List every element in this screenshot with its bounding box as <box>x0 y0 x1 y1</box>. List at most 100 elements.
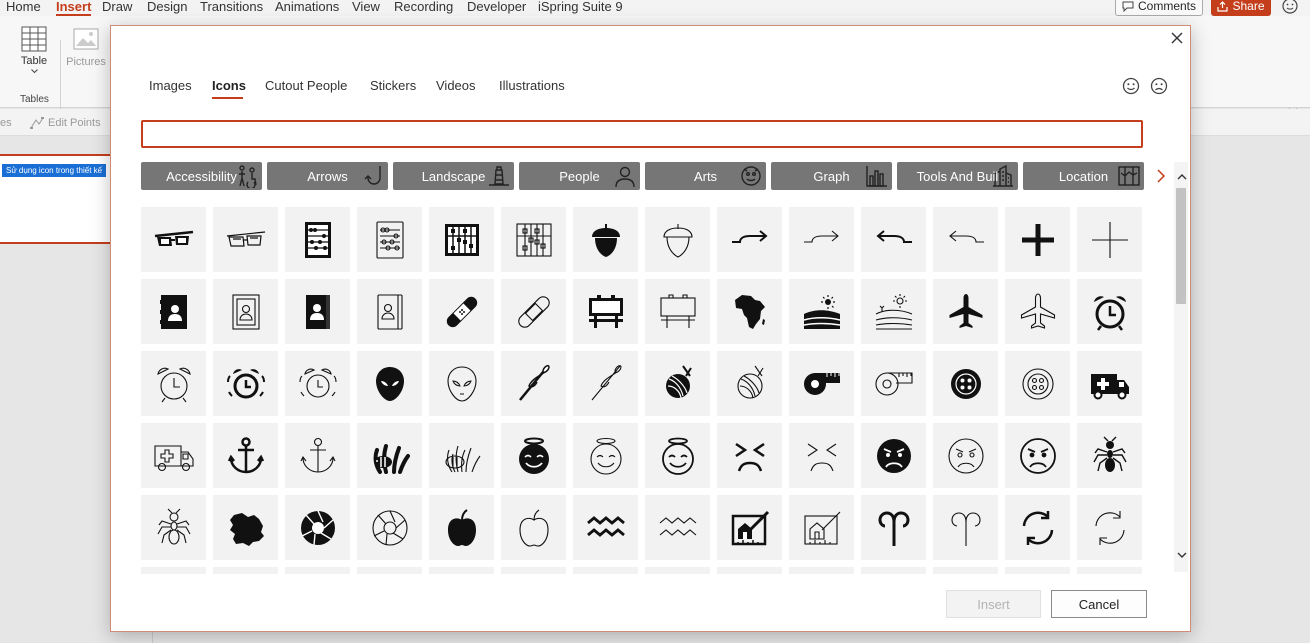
tab-icons[interactable]: Icons <box>212 78 246 93</box>
chip-landscape[interactable]: Landscape <box>393 162 514 190</box>
icon-tile[interactable] <box>861 567 926 574</box>
icon-tile[interactable] <box>861 423 926 488</box>
icon-tile[interactable] <box>933 423 998 488</box>
icon-tile[interactable] <box>1005 279 1070 344</box>
frown-feedback-icon[interactable] <box>1150 77 1168 95</box>
icon-tile[interactable] <box>717 351 782 416</box>
chip-arrows[interactable]: Arrows <box>267 162 388 190</box>
icon-tile[interactable] <box>573 279 638 344</box>
icon-tile[interactable] <box>861 207 926 272</box>
scroll-down-icon[interactable] <box>1177 550 1187 560</box>
icon-tile[interactable] <box>717 423 782 488</box>
ribbon-tab-draw[interactable]: Draw <box>102 0 132 14</box>
icon-tile[interactable] <box>429 567 494 574</box>
icon-tile[interactable] <box>645 207 710 272</box>
icon-tile[interactable] <box>141 351 206 416</box>
icon-tile[interactable] <box>573 351 638 416</box>
table-button[interactable]: Table <box>14 26 54 74</box>
icon-tile[interactable] <box>933 351 998 416</box>
icon-tile[interactable] <box>429 279 494 344</box>
comments-button[interactable]: Comments <box>1115 0 1203 16</box>
icon-tile[interactable] <box>501 351 566 416</box>
icon-tile[interactable] <box>429 351 494 416</box>
icon-tile[interactable] <box>789 207 854 272</box>
icon-tile[interactable] <box>861 351 926 416</box>
ribbon-tab-animations[interactable]: Animations <box>275 0 339 14</box>
icon-tile[interactable] <box>933 279 998 344</box>
icon-tile[interactable] <box>717 495 782 560</box>
icon-tile[interactable] <box>357 423 422 488</box>
icon-tile[interactable] <box>429 495 494 560</box>
ribbon-tab-insert[interactable]: Insert <box>56 0 92 16</box>
icon-tile[interactable] <box>285 207 350 272</box>
close-icon[interactable] <box>1170 31 1184 45</box>
icon-tile[interactable] <box>357 567 422 574</box>
icon-tile[interactable] <box>717 279 782 344</box>
ribbon-tab-view[interactable]: View <box>352 0 380 14</box>
icon-tile[interactable] <box>501 279 566 344</box>
share-button[interactable]: Share <box>1211 0 1271 16</box>
icon-tile[interactable] <box>573 567 638 574</box>
icon-tile[interactable] <box>213 351 278 416</box>
icon-tile[interactable] <box>285 279 350 344</box>
icon-tile[interactable] <box>141 279 206 344</box>
icon-tile[interactable] <box>501 423 566 488</box>
icon-tile[interactable] <box>213 423 278 488</box>
icon-tile[interactable] <box>285 567 350 574</box>
cancel-button[interactable]: Cancel <box>1051 590 1147 618</box>
chip-location[interactable]: Location <box>1023 162 1144 190</box>
icon-tile[interactable] <box>1005 207 1070 272</box>
icon-tile[interactable] <box>1077 351 1142 416</box>
icon-tile[interactable] <box>141 207 206 272</box>
icon-tile[interactable] <box>213 279 278 344</box>
ribbon-tab-recording[interactable]: Recording <box>394 0 453 14</box>
icon-tile[interactable] <box>789 567 854 574</box>
chip-graph[interactable]: Graph <box>771 162 892 190</box>
icon-tile[interactable] <box>789 495 854 560</box>
feedback-smiley-icon[interactable] <box>1282 0 1298 14</box>
icon-tile[interactable] <box>645 567 710 574</box>
icon-tile[interactable] <box>1005 495 1070 560</box>
chip-arts[interactable]: Arts <box>645 162 766 190</box>
icon-tile[interactable] <box>141 567 206 574</box>
tab-videos[interactable]: Videos <box>436 78 476 93</box>
icon-tile[interactable] <box>213 495 278 560</box>
icon-tile[interactable] <box>1077 423 1142 488</box>
icon-tile[interactable] <box>573 495 638 560</box>
tab-images[interactable]: Images <box>149 78 192 93</box>
icon-tile[interactable] <box>501 207 566 272</box>
icon-tile[interactable] <box>573 423 638 488</box>
icon-tile[interactable] <box>357 279 422 344</box>
icon-tile[interactable] <box>1077 567 1142 574</box>
icon-tile[interactable] <box>1005 567 1070 574</box>
icon-tile[interactable] <box>1077 495 1142 560</box>
icon-tile[interactable] <box>141 423 206 488</box>
ribbon-tab-home[interactable]: Home <box>6 0 41 14</box>
chip-tools-and-building[interactable]: Tools And Buil <box>897 162 1018 190</box>
icon-tile[interactable] <box>789 351 854 416</box>
icon-tile[interactable] <box>717 567 782 574</box>
scrollbar-thumb[interactable] <box>1176 188 1186 304</box>
pictures-button[interactable]: Pictures <box>64 28 108 68</box>
icon-tile[interactable] <box>645 351 710 416</box>
icon-tile[interactable] <box>141 495 206 560</box>
icon-tile[interactable] <box>933 207 998 272</box>
icon-tile[interactable] <box>645 279 710 344</box>
icon-tile[interactable] <box>285 351 350 416</box>
icon-tile[interactable] <box>357 207 422 272</box>
icon-tile[interactable] <box>501 495 566 560</box>
icon-tile[interactable] <box>357 495 422 560</box>
slide-thumbnail[interactable]: Sử dụng icon trong thiết kế <box>0 154 112 244</box>
icon-tile[interactable] <box>429 423 494 488</box>
ribbon-tab-transitions[interactable]: Transitions <box>200 0 263 14</box>
icon-tile[interactable] <box>573 207 638 272</box>
icon-tile[interactable] <box>285 495 350 560</box>
tab-illustrations[interactable]: Illustrations <box>499 78 565 93</box>
icon-tile[interactable] <box>501 567 566 574</box>
edit-points-button[interactable]: Edit Points <box>30 117 101 129</box>
icon-tile[interactable] <box>1077 279 1142 344</box>
ribbon-tab-design[interactable]: Design <box>147 0 187 14</box>
icon-tile[interactable] <box>789 423 854 488</box>
tab-cutout-people[interactable]: Cutout People <box>265 78 347 93</box>
search-input[interactable] <box>141 120 1143 148</box>
